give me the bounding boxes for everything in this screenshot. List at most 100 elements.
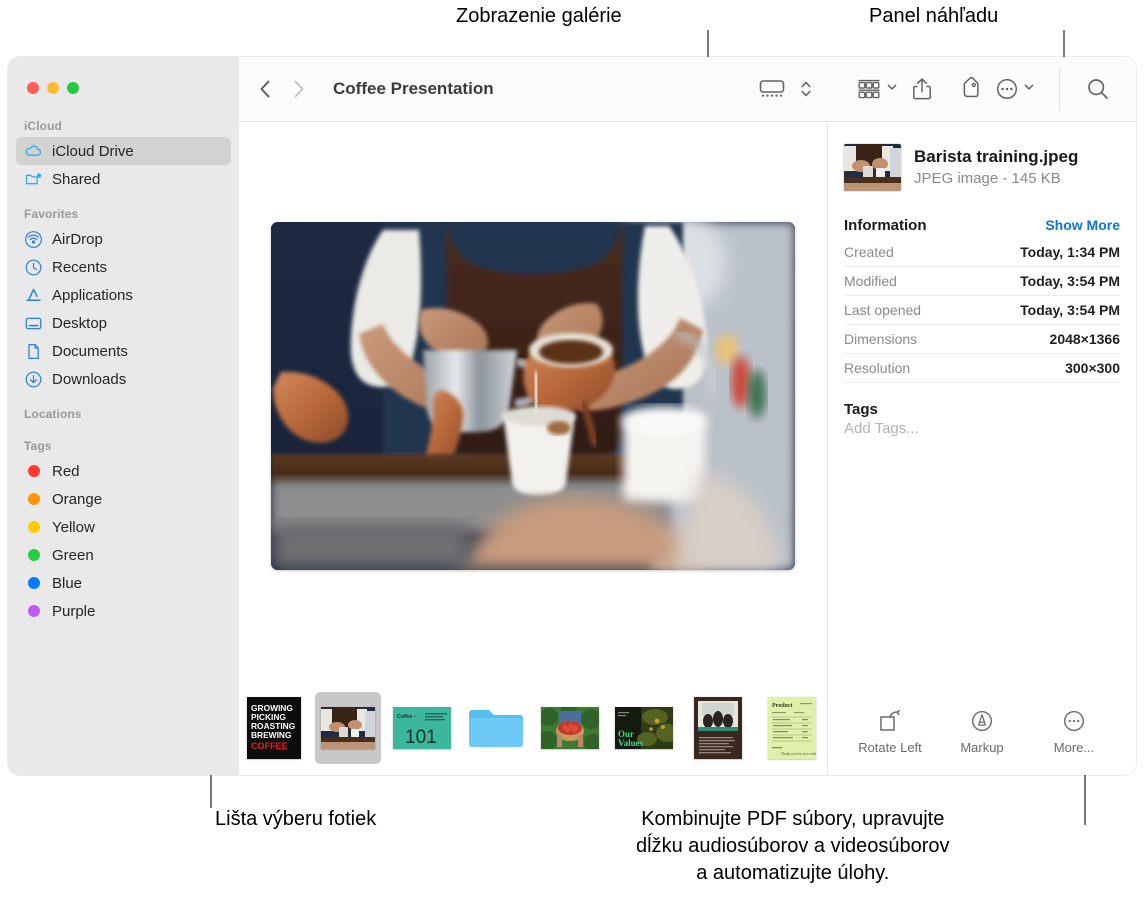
finder-window: iCloud iCloud Drive Shared Favorites Air…: [8, 57, 1136, 775]
markup-button[interactable]: Markup: [939, 709, 1025, 755]
show-more-link[interactable]: Show More: [1045, 217, 1120, 233]
sidebar-item-tag-purple[interactable]: Purple: [16, 597, 231, 625]
callout-more-line2: dĺžku audiosúborov a videosúborov: [636, 835, 950, 857]
file-name: Barista training.jpeg: [914, 147, 1079, 166]
cloud-icon: [24, 142, 43, 161]
barista-training-photo: [321, 706, 375, 749]
info-row-modified: Modified Today, 3:54 PM: [844, 267, 1120, 296]
file-thumbnail: [844, 144, 901, 191]
sidebar-item-label: AirDrop: [52, 230, 103, 248]
coffee-101-slide: Coffee – 101: [393, 706, 451, 749]
search-button[interactable]: [1060, 57, 1136, 121]
sidebar-item-tag-blue[interactable]: Blue: [16, 569, 231, 597]
svg-text:Thank you for your order!: Thank you for your order!: [781, 752, 816, 756]
traffic-lights: [27, 82, 79, 94]
sidebar-item-applications[interactable]: Applications: [16, 281, 231, 309]
file-info: Barista training.jpeg JPEG image - 145 K…: [914, 146, 1078, 189]
document-icon: [24, 342, 43, 361]
sidebar-item-recents[interactable]: Recents: [16, 253, 231, 281]
sidebar-item-desktop[interactable]: Desktop: [16, 309, 231, 337]
filmstrip-item-barista-training[interactable]: [315, 691, 381, 764]
file-header: Barista training.jpeg JPEG image - 145 K…: [844, 144, 1120, 191]
sidebar-item-icloud-drive[interactable]: iCloud Drive: [16, 137, 231, 165]
sidebar-item-label: Applications: [52, 286, 133, 304]
shared-folder-icon: [24, 170, 43, 189]
info-value: Today, 3:54 PM: [1020, 302, 1120, 318]
minimize-button[interactable]: [47, 82, 59, 94]
sidebar-item-tag-green[interactable]: Green: [16, 541, 231, 569]
zoom-button[interactable]: [67, 82, 79, 94]
filmstrip-item-coffee-poster[interactable]: GROWING PICKING ROASTING BREWING COFFEE: [241, 692, 307, 764]
preview-actions: Rotate Left Markup More...: [844, 709, 1120, 775]
callout-more-line1: Kombinujte PDF súbory, upravujte: [641, 808, 945, 830]
sidebar-header-icloud: iCloud: [24, 119, 62, 133]
info-key: Last opened: [844, 302, 922, 318]
group-by-icon: [858, 79, 880, 99]
sidebar-item-shared[interactable]: Shared: [16, 165, 231, 193]
back-button[interactable]: [257, 77, 272, 101]
sidebar-item-downloads[interactable]: Downloads: [16, 365, 231, 393]
filmstrip-item-meeting-document[interactable]: [685, 692, 751, 764]
info-row-resolution: Resolution 300×300: [844, 354, 1120, 383]
more-button[interactable]: More...: [1031, 709, 1117, 755]
sidebar-item-tag-orange[interactable]: Orange: [16, 485, 231, 513]
sidebar-item-label: Recents: [52, 258, 108, 276]
view-stepper-button[interactable]: [793, 57, 819, 121]
information-title: Information: [844, 217, 927, 234]
share-button[interactable]: [899, 57, 945, 121]
filmstrip-item-folder[interactable]: [463, 692, 529, 764]
callout-more-line3: a automatizujte úlohy.: [696, 862, 890, 884]
sidebar-item-airdrop[interactable]: AirDrop: [16, 225, 231, 253]
svg-text:Coffee –: Coffee –: [397, 714, 417, 720]
growing-picking-roasting-brewing-coffee-poster: GROWINGPICKING ROASTINGBREWING COFFEE: [247, 696, 301, 759]
action-label: Rotate Left: [858, 740, 922, 755]
sidebar-item-tag-yellow[interactable]: Yellow: [16, 513, 231, 541]
close-button[interactable]: [27, 82, 39, 94]
page-title: Coffee Presentation: [333, 79, 494, 98]
group-by-button[interactable]: [855, 57, 899, 121]
hero-image[interactable]: [271, 222, 795, 570]
filmstrip-item-our-values[interactable]: Our Values: [611, 692, 677, 764]
tag-dot-icon: [24, 490, 43, 509]
ellipsis-circle-icon: [996, 78, 1018, 100]
preview-panel: Barista training.jpeg JPEG image - 145 K…: [827, 122, 1136, 775]
rotate-left-button[interactable]: Rotate Left: [847, 709, 933, 755]
sidebar-item-label: Red: [52, 462, 80, 480]
callout-more-actions: Kombinujte PDF súbory, upravujte dĺžku a…: [636, 806, 950, 887]
blue-folder-icon: [469, 709, 523, 747]
ellipsis-circle-icon: [1063, 710, 1085, 732]
sidebar-item-label: Green: [52, 546, 94, 564]
svg-text:101: 101: [405, 727, 437, 748]
filmstrip-item-invoice[interactable]: Product Thank you for your order!: [759, 692, 825, 764]
sidebar-item-label: Purple: [52, 602, 96, 620]
clock-icon: [24, 258, 43, 277]
info-key: Modified: [844, 273, 897, 289]
filmstrip: GROWINGPICKING ROASTINGBREWING COFFEE: [239, 680, 827, 775]
filmstrip-item-coffee-101[interactable]: Coffee – 101: [389, 692, 455, 764]
tag-icon: [963, 77, 979, 98]
file-meta: JPEG image - 145 KB: [914, 170, 1061, 187]
our-values-slide: Our Values: [615, 706, 673, 749]
chevron-up-down-icon: [801, 81, 811, 97]
sidebar-item-label: Documents: [52, 342, 128, 360]
invoice-spreadsheet: Product Thank you for your order!: [768, 696, 816, 759]
gallery-view-button[interactable]: [751, 57, 793, 121]
chevron-down-icon: [1023, 80, 1035, 98]
markup-icon: [971, 710, 993, 732]
info-value: Today, 3:54 PM: [1020, 273, 1120, 289]
forward-button[interactable]: [291, 77, 306, 101]
toolbar: Coffee Presentation: [239, 57, 1136, 122]
gallery-view-icon: [759, 80, 785, 97]
more-options-button[interactable]: [993, 57, 1037, 121]
sidebar-item-tag-red[interactable]: Red: [16, 457, 231, 485]
svg-text:COFFEE: COFFEE: [251, 741, 288, 751]
add-tags-field[interactable]: Add Tags...: [844, 420, 1120, 437]
sidebar-header-tags: Tags: [24, 439, 52, 453]
tag-button[interactable]: [945, 57, 993, 121]
sidebar-item-documents[interactable]: Documents: [16, 337, 231, 365]
rotate-left-icon: [880, 709, 900, 731]
sidebar-item-label: Yellow: [52, 518, 95, 536]
filmstrip-item-coffee-cherries[interactable]: [537, 692, 603, 764]
